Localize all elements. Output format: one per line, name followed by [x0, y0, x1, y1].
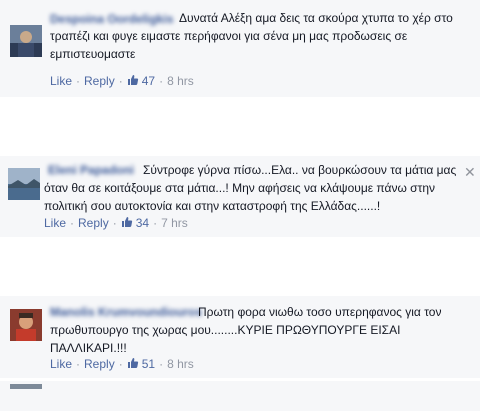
avatar[interactable]: [10, 309, 42, 341]
comment-actions: Like · Reply · 47 · 8 hrs: [50, 74, 194, 88]
comment-2: Eleni Papadoni Σύντροφε γύρνα πίσω...Ελα…: [0, 156, 480, 237]
comment-line: Δυνατά Αλέξη αμα δεις τα σκούρα χτυπα το…: [179, 11, 453, 25]
like-link[interactable]: Like: [50, 74, 72, 88]
separator: ·: [159, 74, 164, 88]
like-count-value: 47: [141, 74, 156, 88]
like-count[interactable]: 51: [127, 357, 155, 371]
comment-text: Πρωτη φορα νιωθω τοσο υπερηφανος για τον: [198, 303, 441, 321]
like-count[interactable]: 34: [121, 216, 149, 230]
reply-link[interactable]: Reply: [84, 74, 115, 88]
comment-line: πρωθυπουργο της χωρας μου........ΚΥΡΙΕ Π…: [50, 323, 401, 337]
separator: ·: [118, 357, 123, 371]
timestamp[interactable]: 8 hrs: [167, 74, 194, 88]
like-link[interactable]: Like: [44, 216, 66, 230]
comment-1: Despoina Oordeligkis Δυνατά Αλέξη αμα δε…: [0, 0, 480, 97]
avatar[interactable]: [8, 168, 40, 200]
comment-line: όταν θα σε κοιτάξουμε στα μάτια...! Μην …: [44, 181, 436, 195]
commenter-name[interactable]: Despoina Oordeligkis: [50, 12, 173, 26]
comment-line: πολιτική σου αυτοκτονία και στην καταστρ…: [44, 199, 381, 213]
separator: ·: [118, 74, 123, 88]
comment-partial: [0, 381, 480, 411]
comment-text: όταν θα σε κοιτάξουμε στα μάτια...! Μην …: [44, 179, 435, 215]
timestamp[interactable]: 8 hrs: [167, 357, 194, 371]
commenter-name[interactable]: Manolis Krumvoundiouros: [50, 305, 202, 319]
separator: ·: [159, 357, 164, 371]
comment-3: Manolis Krumvoundiouros Πρωτη φορα νιωθω…: [0, 296, 480, 378]
reply-link[interactable]: Reply: [84, 357, 115, 371]
like-count-value: 51: [141, 357, 156, 371]
avatar[interactable]: [10, 25, 42, 57]
thumbs-up-icon: [121, 217, 132, 227]
reply-link[interactable]: Reply: [78, 216, 109, 230]
separator: ·: [70, 216, 75, 230]
comment-actions: Like · Reply · 51 · 8 hrs: [50, 357, 194, 371]
like-count[interactable]: 47: [127, 74, 155, 88]
separator: ·: [153, 216, 158, 230]
thumbs-up-icon: [127, 75, 138, 85]
comment-text: Σύντροφε γύρνα πίσω...Ελα.. να βουρκώσου…: [143, 161, 456, 179]
avatar[interactable]: [10, 381, 42, 389]
close-icon[interactable]: ✕: [464, 165, 476, 179]
comment-line: Πρωτη φορα νιωθω τοσο υπερηφανος για τον: [198, 305, 442, 319]
comment-text: τραπέζι και φυγε ειμαστε περήφανοι για σ…: [50, 27, 407, 63]
separator: ·: [112, 216, 117, 230]
comment-line: εμπιστευομαστε: [50, 47, 136, 61]
thumbs-up-icon: [127, 358, 138, 368]
comment-text: Δυνατά Αλέξη αμα δεις τα σκούρα χτυπα το…: [179, 9, 453, 27]
comment-line: ΠΑΛΛΙΚΑΡΙ.!!!: [50, 341, 127, 355]
comment-line: τραπέζι και φυγε ειμαστε περήφανοι για σ…: [50, 29, 408, 43]
separator: ·: [76, 74, 81, 88]
comment-text: πρωθυπουργο της χωρας μου........ΚΥΡΙΕ Π…: [50, 321, 400, 357]
separator: ·: [76, 357, 81, 371]
timestamp[interactable]: 7 hrs: [161, 216, 188, 230]
commenter-name[interactable]: Eleni Papadoni: [48, 163, 134, 177]
comment-actions: Like · Reply · 34 · 7 hrs: [44, 216, 188, 230]
like-count-value: 34: [135, 216, 150, 230]
like-link[interactable]: Like: [50, 357, 72, 371]
comment-line: Σύντροφε γύρνα πίσω...Ελα.. να βουρκώσου…: [143, 163, 457, 177]
